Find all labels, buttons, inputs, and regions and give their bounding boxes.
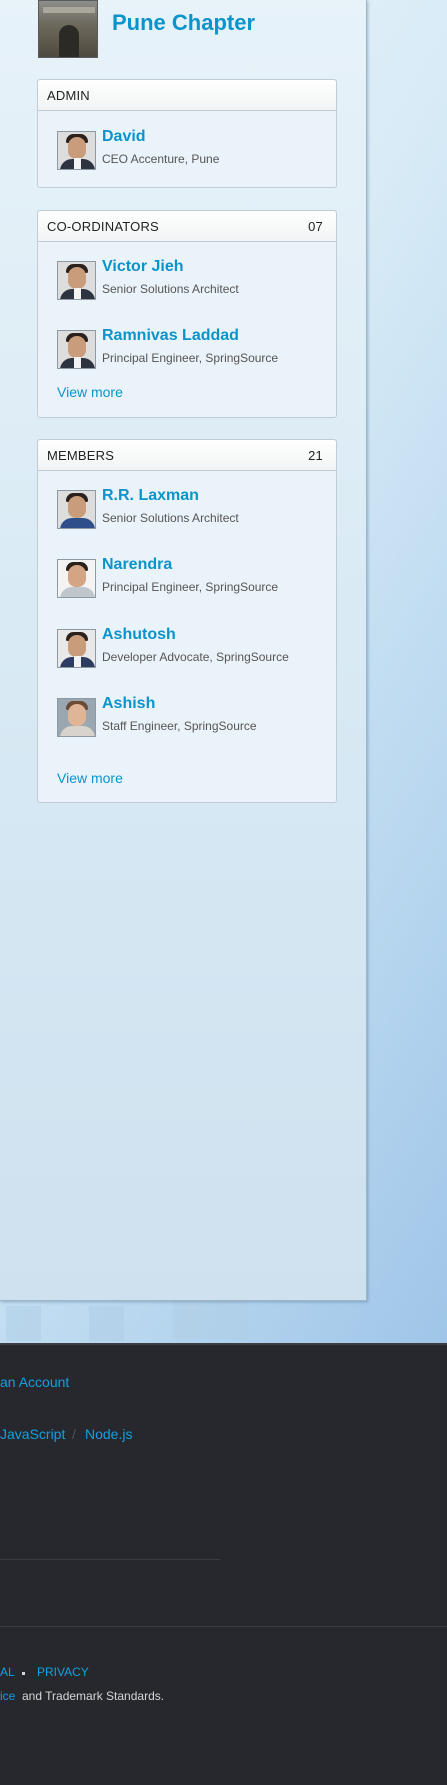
footer-trademark-text: and Trademark Standards. bbox=[22, 1689, 165, 1703]
chapter-sidebar: Pune Chapter ADMIN David CEO Accenture, … bbox=[0, 0, 367, 1301]
members-heading: MEMBERS bbox=[47, 447, 115, 463]
person-role: Principal Engineer, SpringSource bbox=[102, 580, 279, 594]
person-role: CEO Accenture, Pune bbox=[102, 152, 220, 166]
avatar[interactable] bbox=[57, 261, 96, 300]
person-name-link[interactable]: David bbox=[102, 128, 146, 146]
person-role: Senior Solutions Architect bbox=[102, 282, 239, 296]
avatar[interactable] bbox=[57, 559, 96, 598]
coordinators-heading: CO-ORDINATORS bbox=[47, 218, 159, 234]
chapter-image[interactable] bbox=[38, 0, 98, 58]
footer-privacy-link[interactable]: PRIVACY bbox=[37, 1665, 89, 1679]
footer-account-link[interactable]: an Account bbox=[0, 1374, 69, 1390]
admin-panel: ADMIN David CEO Accenture, Pune bbox=[37, 79, 337, 188]
person-name-link[interactable]: Ashutosh bbox=[102, 626, 176, 644]
coordinators-view-more-link[interactable]: View more bbox=[57, 384, 123, 400]
members-panel: MEMBERS 21 R.R. Laxman Senior Solutions … bbox=[37, 439, 337, 803]
footer: an Account JavaScript / Node.js AL PRIVA… bbox=[0, 1343, 447, 1785]
person-role: Developer Advocate, SpringSource bbox=[102, 650, 289, 664]
footer-bullet bbox=[22, 1672, 25, 1675]
footer-divider bbox=[0, 1559, 220, 1560]
avatar[interactable] bbox=[57, 131, 96, 170]
avatar[interactable] bbox=[57, 629, 96, 668]
person-name-link[interactable]: Ashish bbox=[102, 695, 155, 713]
coordinators-panel: CO-ORDINATORS 07 Victor Jieh Senior Solu… bbox=[37, 210, 337, 418]
avatar[interactable] bbox=[57, 490, 96, 529]
person-name-link[interactable]: Narendra bbox=[102, 556, 172, 574]
admin-heading: ADMIN bbox=[47, 87, 90, 103]
footer-javascript-link[interactable]: JavaScript bbox=[0, 1426, 65, 1442]
chapter-title: Pune Chapter bbox=[112, 10, 256, 35]
avatar[interactable] bbox=[57, 330, 96, 369]
person-role: Senior Solutions Architect bbox=[102, 511, 239, 525]
person-name-link[interactable]: Victor Jieh bbox=[102, 258, 184, 276]
person-role: Principal Engineer, SpringSource bbox=[102, 351, 279, 365]
members-view-more-link[interactable]: View more bbox=[57, 770, 123, 786]
coordinators-count: 07 bbox=[308, 218, 323, 234]
footer-service-link[interactable]: ice bbox=[0, 1689, 15, 1703]
members-header: MEMBERS 21 bbox=[38, 440, 336, 471]
coordinators-header: CO-ORDINATORS 07 bbox=[38, 211, 336, 242]
admin-header: ADMIN bbox=[38, 80, 336, 111]
person-name-link[interactable]: R.R. Laxman bbox=[102, 487, 199, 505]
footer-nodejs-link[interactable]: Node.js bbox=[85, 1426, 132, 1442]
footer-separator: / bbox=[72, 1426, 76, 1442]
person-role: Staff Engineer, SpringSource bbox=[102, 719, 257, 733]
footer-legal-link[interactable]: AL bbox=[0, 1665, 15, 1679]
person-name-link[interactable]: Ramnivas Laddad bbox=[102, 327, 239, 345]
footer-divider bbox=[0, 1626, 447, 1627]
members-count: 21 bbox=[308, 447, 323, 463]
avatar[interactable] bbox=[57, 698, 96, 737]
